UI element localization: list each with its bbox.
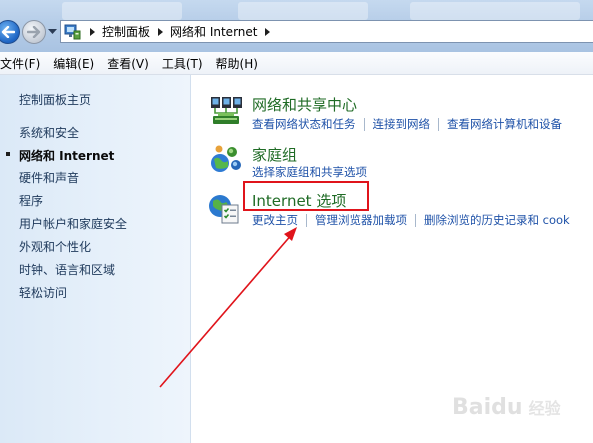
link-delete-browsing-history[interactable]: 删除浏览的历史记录和 cook (424, 212, 570, 228)
sidebar-item-system-security[interactable]: 系统和安全 (19, 124, 79, 141)
internet-options-icon[interactable] (207, 192, 241, 226)
link-view-network-computers[interactable]: 查看网络计算机和设备 (447, 116, 562, 132)
breadcrumb-control-panel[interactable]: 控制面板 (102, 23, 150, 40)
blurred-tab (410, 2, 580, 20)
menu-tools[interactable]: 工具(T) (162, 55, 203, 72)
control-panel-icon (64, 24, 81, 39)
breadcrumb-network-internet[interactable]: 网络和 Internet (170, 23, 257, 40)
sidebar-item-programs[interactable]: 程序 (19, 192, 43, 209)
arrow-left-icon (1, 26, 15, 38)
menu-help[interactable]: 帮助(H) (216, 55, 258, 72)
sidebar-item-appearance[interactable]: 外观和个性化 (19, 238, 91, 255)
back-button[interactable] (0, 20, 20, 44)
category-title-homegroup[interactable]: 家庭组 (252, 144, 297, 165)
address-bar[interactable]: 控制面板 网络和 Internet (60, 20, 593, 43)
link-divider (363, 117, 365, 131)
annotation-highlight-box (243, 181, 369, 211)
menu-file[interactable]: 文件(F) (0, 55, 40, 72)
forward-button[interactable] (22, 20, 46, 44)
link-view-network-status[interactable]: 查看网络状态和任务 (252, 116, 356, 132)
menu-edit[interactable]: 编辑(E) (53, 55, 94, 72)
menu-bar: 文件(F) 编辑(E) 查看(V) 工具(T) 帮助(H) (0, 52, 593, 75)
menu-view[interactable]: 查看(V) (107, 55, 149, 72)
current-item-bullet (6, 152, 10, 156)
window-titlebar: 控制面板 网络和 Internet (0, 0, 593, 52)
sidebar-item-network-internet[interactable]: 网络和 Internet (19, 147, 114, 164)
link-divider (438, 117, 439, 131)
sidebar-item-clock-region[interactable]: 时钟、语言和区域 (19, 261, 115, 278)
breadcrumb-separator-icon[interactable] (265, 27, 271, 36)
category-links-internet-options: 更改主页 管理浏览器加载项 删除浏览的历史记录和 cook (252, 212, 570, 228)
watermark-sub: 经验 (528, 399, 561, 418)
link-homegroup-sharing-options[interactable]: 选择家庭组和共享选项 (252, 164, 367, 180)
baidu-watermark: Baidu 经验 (452, 389, 587, 425)
recent-pages-dropdown-icon[interactable] (48, 29, 57, 35)
homegroup-icon[interactable] (209, 143, 243, 177)
link-change-home-page[interactable]: 更改主页 (252, 212, 298, 228)
category-links-homegroup: 选择家庭组和共享选项 (252, 164, 367, 180)
category-title-network-sharing[interactable]: 网络和共享中心 (252, 94, 357, 115)
watermark-logo: Baidu (452, 394, 523, 420)
breadcrumb-separator-icon[interactable] (158, 27, 164, 36)
blurred-tab (238, 2, 368, 20)
breadcrumb-separator-icon[interactable] (90, 27, 95, 36)
sidebar: 控制面板主页 系统和安全 网络和 Internet 硬件和声音 程序 用户帐户和… (0, 75, 191, 443)
link-manage-add-ons[interactable]: 管理浏览器加载项 (315, 212, 407, 228)
blurred-tab (62, 2, 182, 20)
arrow-right-icon (27, 26, 41, 38)
link-connect-to-network[interactable]: 连接到网络 (373, 116, 431, 132)
sidebar-item-ease-of-access[interactable]: 轻松访问 (19, 284, 67, 301)
network-sharing-center-icon[interactable] (209, 94, 243, 128)
link-divider (415, 213, 416, 227)
link-divider (306, 213, 307, 227)
sidebar-item-hardware-sound[interactable]: 硬件和声音 (19, 169, 79, 186)
sidebar-item-user-accounts[interactable]: 用户帐户和家庭安全 (19, 215, 127, 232)
sidebar-item-control-panel-home[interactable]: 控制面板主页 (19, 91, 91, 108)
category-links-network-sharing: 查看网络状态和任务 连接到网络 查看网络计算机和设备 (252, 116, 562, 132)
